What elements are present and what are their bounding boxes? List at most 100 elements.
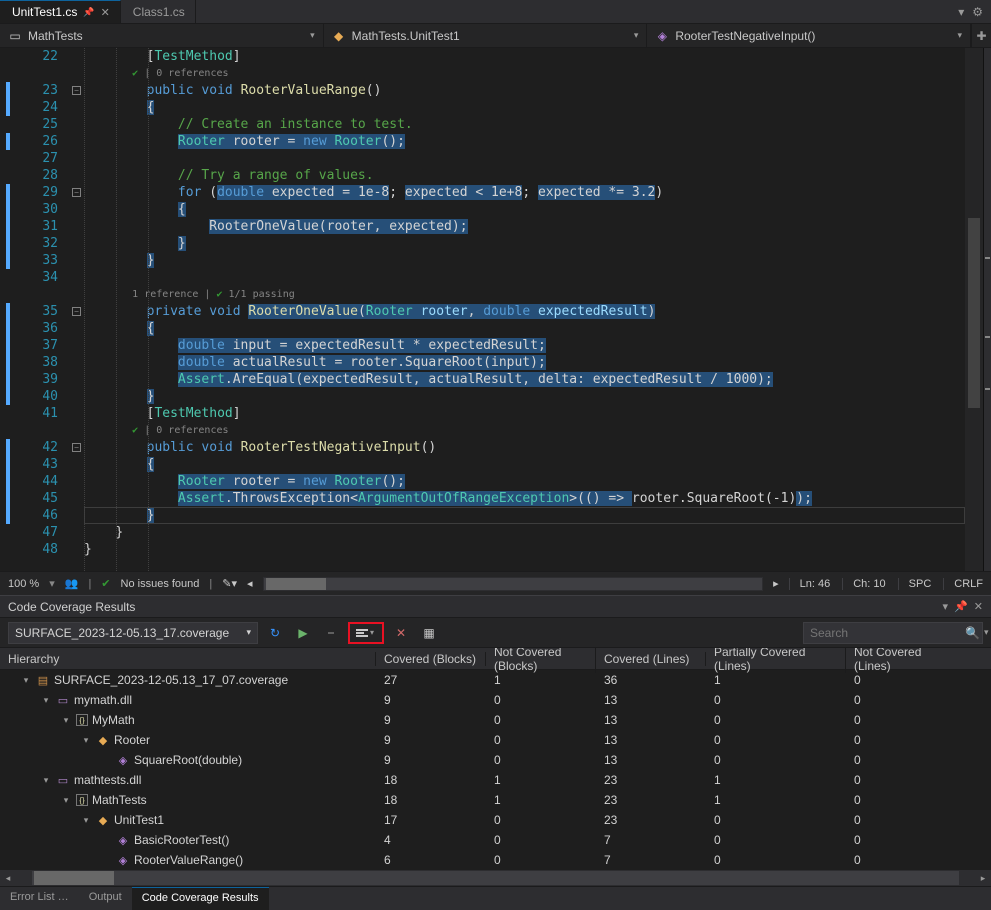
- split-editor-button[interactable]: ✚: [971, 24, 991, 47]
- export-icon[interactable]: ▦: [418, 622, 440, 644]
- chevron-down-icon[interactable]: ▾: [49, 577, 55, 590]
- table-row[interactable]: ▾▤SURFACE_2023-12-05.13_17_07.coverage27…: [0, 670, 991, 690]
- nav-class[interactable]: ◆ MathTests.UnitTest1 ▾: [324, 24, 648, 47]
- method-icon: ◈: [116, 853, 130, 867]
- navigation-bar: ▭ MathTests ▾ ◆ MathTests.UnitTest1 ▾ ◈ …: [0, 24, 991, 48]
- scroll-left[interactable]: ◂: [0, 873, 16, 884]
- table-row[interactable]: ▾▭mathtests.dll1812310: [0, 770, 991, 790]
- pin-icon[interactable]: 📌: [954, 600, 968, 613]
- zoom-level[interactable]: 100 %: [8, 578, 39, 590]
- cell: 7: [596, 833, 706, 847]
- coverage-results-combo[interactable]: SURFACE_2023-12-05.13_17.coverage ▾: [8, 622, 258, 644]
- tab-output[interactable]: Output: [79, 887, 132, 910]
- table-row[interactable]: ▾◆Rooter901300: [0, 730, 991, 750]
- panel-horizontal-scrollbar[interactable]: ◂ ▸: [0, 870, 991, 886]
- remove-icon[interactable]: ✕: [390, 622, 412, 644]
- fold-toggle[interactable]: −: [72, 86, 81, 95]
- tab-error-list[interactable]: Error List …: [0, 887, 79, 910]
- row-name: UnitTest1: [114, 813, 164, 827]
- fold-margin[interactable]: − − − −: [70, 48, 84, 571]
- expand-arrow[interactable]: ▾: [80, 815, 92, 826]
- chevron-down-icon: ▾: [246, 627, 251, 638]
- tab-unittest1[interactable]: UnitTest1.cs 📌 ✕: [0, 0, 121, 23]
- row-name: mymath.dll: [74, 693, 132, 707]
- nav-project[interactable]: ▭ MathTests ▾: [0, 24, 324, 47]
- show-coverage-coloring-button[interactable]: ▾: [348, 622, 384, 644]
- tab-label: Class1.cs: [133, 5, 185, 19]
- chevron-down-icon[interactable]: ▾: [984, 627, 989, 638]
- table-row[interactable]: ▾{}MathTests1812310: [0, 790, 991, 810]
- cell: 9: [376, 713, 486, 727]
- table-row[interactable]: ◈RooterValueRange()60700: [0, 850, 991, 870]
- cell: 1: [706, 793, 846, 807]
- overview-ruler[interactable]: [983, 48, 991, 571]
- table-row[interactable]: ▾{}MyMath901300: [0, 710, 991, 730]
- method-icon: ◈: [116, 833, 130, 847]
- project-icon: ▭: [8, 29, 22, 43]
- tab-code-coverage[interactable]: Code Coverage Results: [132, 887, 269, 910]
- cell: 1: [486, 773, 596, 787]
- col-notcovered-blocks[interactable]: Not Covered (Blocks): [486, 648, 596, 673]
- horizontal-scrollbar[interactable]: [263, 577, 764, 591]
- table-row[interactable]: ◈BasicRooterTest()40700: [0, 830, 991, 850]
- refresh-icon[interactable]: ↻: [264, 622, 286, 644]
- scroll-left[interactable]: ◂: [247, 577, 253, 590]
- indent-mode[interactable]: SPC: [898, 578, 932, 590]
- panel-search[interactable]: 🔍 ▾: [803, 622, 983, 644]
- gear-icon[interactable]: ⚙: [972, 5, 983, 19]
- expand-arrow[interactable]: ▾: [40, 775, 52, 786]
- cell: 1: [486, 793, 596, 807]
- line-ending[interactable]: CRLF: [943, 578, 983, 590]
- col-notcovered-lines[interactable]: Not Covered (Lines): [846, 648, 956, 673]
- cell: 23: [596, 813, 706, 827]
- table-header[interactable]: Hierarchy Covered (Blocks) Not Covered (…: [0, 648, 991, 670]
- nav-member[interactable]: ◈ RooterTestNegativeInput() ▾: [647, 24, 971, 47]
- fold-toggle[interactable]: −: [72, 307, 81, 316]
- fold-toggle[interactable]: −: [72, 443, 81, 452]
- search-input[interactable]: [810, 626, 965, 640]
- brush-icon[interactable]: ✎▾: [222, 577, 237, 590]
- fold-toggle[interactable]: −: [72, 188, 81, 197]
- method-icon: ◈: [655, 29, 669, 43]
- expand-arrow[interactable]: ▾: [60, 795, 72, 806]
- chevron-down-icon: ▾: [370, 628, 374, 637]
- window-position-dropdown[interactable]: ▾: [943, 600, 949, 613]
- merge-icon[interactable]: ⎯: [320, 622, 342, 644]
- scroll-right[interactable]: ▸: [975, 873, 991, 884]
- search-icon[interactable]: 🔍: [965, 626, 980, 640]
- health-text[interactable]: No issues found: [121, 578, 200, 590]
- table-row[interactable]: ▾▭mymath.dll901300: [0, 690, 991, 710]
- code-editor[interactable]: 2223242526272829303132333435363738394041…: [0, 48, 991, 571]
- expand-arrow[interactable]: ▾: [80, 735, 92, 746]
- close-icon[interactable]: ✕: [101, 6, 110, 19]
- cursor-col[interactable]: Ch: 10: [842, 578, 885, 590]
- col-hierarchy[interactable]: Hierarchy: [0, 652, 376, 666]
- vertical-scrollbar[interactable]: [965, 48, 983, 571]
- tab-class1[interactable]: Class1.cs: [121, 0, 196, 23]
- cell: 0: [486, 753, 596, 767]
- expand-arrow[interactable]: ▾: [60, 715, 72, 726]
- cursor-line[interactable]: Ln: 46: [789, 578, 831, 590]
- code-content[interactable]: [TestMethod] ✔ | 0 references public voi…: [84, 48, 965, 571]
- cell: 13: [596, 713, 706, 727]
- scroll-right[interactable]: ▸: [773, 577, 779, 590]
- cell: 4: [376, 833, 486, 847]
- import-icon[interactable]: ▶: [292, 622, 314, 644]
- cell: 0: [706, 693, 846, 707]
- expand-arrow[interactable]: ▾: [20, 675, 32, 686]
- col-partial-lines[interactable]: Partially Covered (Lines): [706, 648, 846, 673]
- col-covered-lines[interactable]: Covered (Lines): [596, 652, 706, 666]
- expand-arrow[interactable]: ▾: [40, 695, 52, 706]
- cell: 23: [596, 773, 706, 787]
- coverage-table[interactable]: Hierarchy Covered (Blocks) Not Covered (…: [0, 648, 991, 870]
- tab-overflow-dropdown[interactable]: ▾: [958, 5, 964, 19]
- cell: 0: [846, 753, 956, 767]
- table-row[interactable]: ◈SquareRoot(double)901300: [0, 750, 991, 770]
- close-icon[interactable]: ✕: [974, 600, 983, 613]
- users-icon[interactable]: 👥: [65, 577, 79, 590]
- table-row[interactable]: ▾◆UnitTest11702300: [0, 810, 991, 830]
- row-name: SURFACE_2023-12-05.13_17_07.coverage: [54, 673, 288, 687]
- pin-icon[interactable]: 📌: [83, 7, 94, 18]
- col-covered-blocks[interactable]: Covered (Blocks): [376, 652, 486, 666]
- panel-title-bar[interactable]: Code Coverage Results ▾ 📌 ✕: [0, 596, 991, 618]
